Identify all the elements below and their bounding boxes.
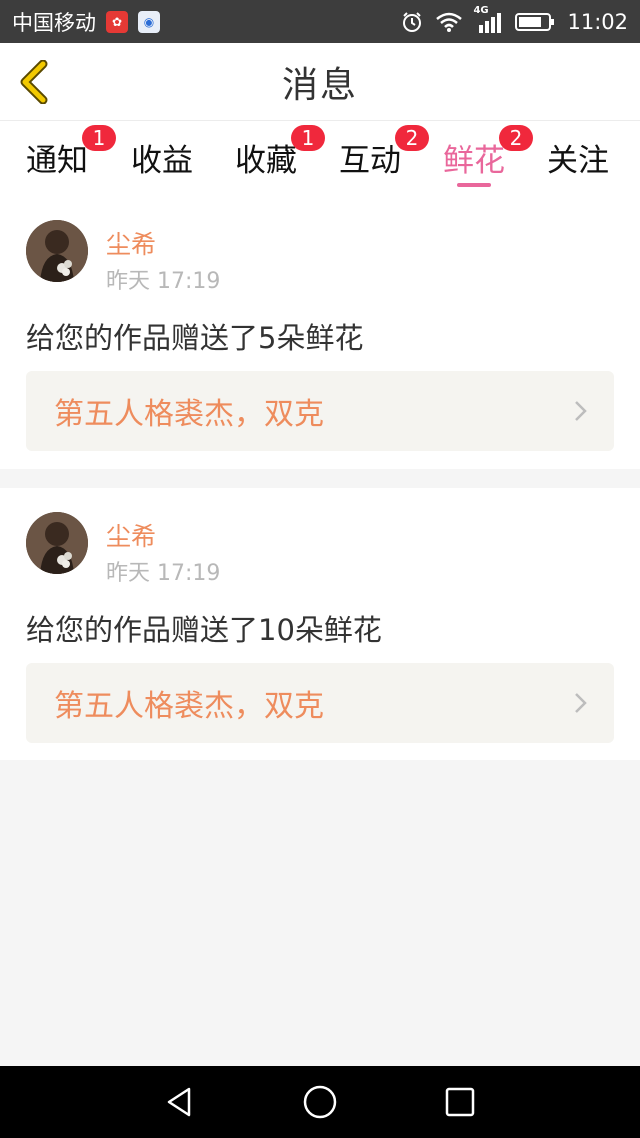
back-nav-button[interactable] <box>150 1072 210 1132</box>
message-time: 昨天 17:19 <box>106 269 221 294</box>
unread-badge: 2 <box>499 125 533 151</box>
tab-flowers[interactable]: 鲜花 2 <box>443 125 533 187</box>
sender-name[interactable]: 尘希 <box>106 517 156 553</box>
message-text: 给您的作品赠送了5朵鲜花 <box>26 321 364 355</box>
work-title: 第五人格裘杰，双克 <box>54 689 324 724</box>
system-nav-bar <box>0 1066 640 1138</box>
circle-home-icon <box>303 1085 337 1119</box>
tab-label: 鲜花 <box>443 143 505 179</box>
carrier-label: 中国移动 <box>12 10 96 35</box>
sender-name[interactable]: 尘希 <box>106 225 156 261</box>
home-nav-button[interactable] <box>290 1072 350 1132</box>
triangle-back-icon <box>167 1087 191 1117</box>
unread-badge: 1 <box>291 125 325 151</box>
cellular-signal-icon: 4G <box>473 5 503 33</box>
message-card: 尘希 昨天 17:19 给您的作品赠送了10朵鲜花 第五人格裘杰，双克 <box>0 488 640 760</box>
avatar[interactable] <box>26 512 88 574</box>
unread-badge: 2 <box>395 125 429 151</box>
tab-bar: 通知 1 收益 收藏 1 互动 2 鲜花 2 关注 <box>0 121 640 197</box>
active-tab-indicator <box>457 183 491 187</box>
square-recents-icon <box>445 1087 475 1117</box>
tab-label: 关注 <box>547 143 609 179</box>
chevron-right-icon <box>575 401 587 421</box>
status-bar: 中国移动 ✿ ◉ 4G 11:02 <box>0 0 640 43</box>
tab-label: 收藏 <box>235 143 297 179</box>
app-notification-icon-2: ◉ <box>138 10 160 33</box>
avatar[interactable] <box>26 220 88 282</box>
message-time: 昨天 17:19 <box>106 561 221 586</box>
recents-nav-button[interactable] <box>430 1072 490 1132</box>
app-notification-icon: ✿ <box>106 10 128 33</box>
message-text: 给您的作品赠送了10朵鲜花 <box>26 613 382 647</box>
alarm-icon <box>401 11 423 33</box>
tab-label: 通知 <box>26 143 88 179</box>
tab-interactions[interactable]: 互动 2 <box>339 125 429 187</box>
chevron-left-icon <box>20 60 48 104</box>
app-header: 消息 <box>0 43 640 121</box>
chevron-right-icon <box>575 693 587 713</box>
work-link[interactable]: 第五人格裘杰，双克 <box>26 663 614 743</box>
back-button[interactable] <box>14 57 54 107</box>
message-card: 尘希 昨天 17:19 给您的作品赠送了5朵鲜花 第五人格裘杰，双克 <box>0 197 640 469</box>
status-right: 4G 11:02 <box>401 5 628 34</box>
work-title: 第五人格裘杰，双克 <box>54 397 324 432</box>
tab-favorites[interactable]: 收藏 1 <box>235 125 325 187</box>
page-title: 消息 <box>281 64 358 106</box>
battery-icon <box>515 12 555 32</box>
network-type-label: 4G <box>473 4 489 16</box>
unread-badge: 1 <box>82 125 116 151</box>
tab-label: 收益 <box>131 143 193 179</box>
wifi-icon <box>435 11 463 33</box>
status-left: 中国移动 ✿ ◉ <box>12 7 160 37</box>
tab-earnings[interactable]: 收益 <box>131 135 193 187</box>
tab-label: 互动 <box>339 143 401 179</box>
work-link[interactable]: 第五人格裘杰，双克 <box>26 371 614 451</box>
tab-notifications[interactable]: 通知 1 <box>26 125 116 187</box>
clock-time: 11:02 <box>567 9 628 34</box>
tab-following[interactable]: 关注 <box>547 135 609 187</box>
